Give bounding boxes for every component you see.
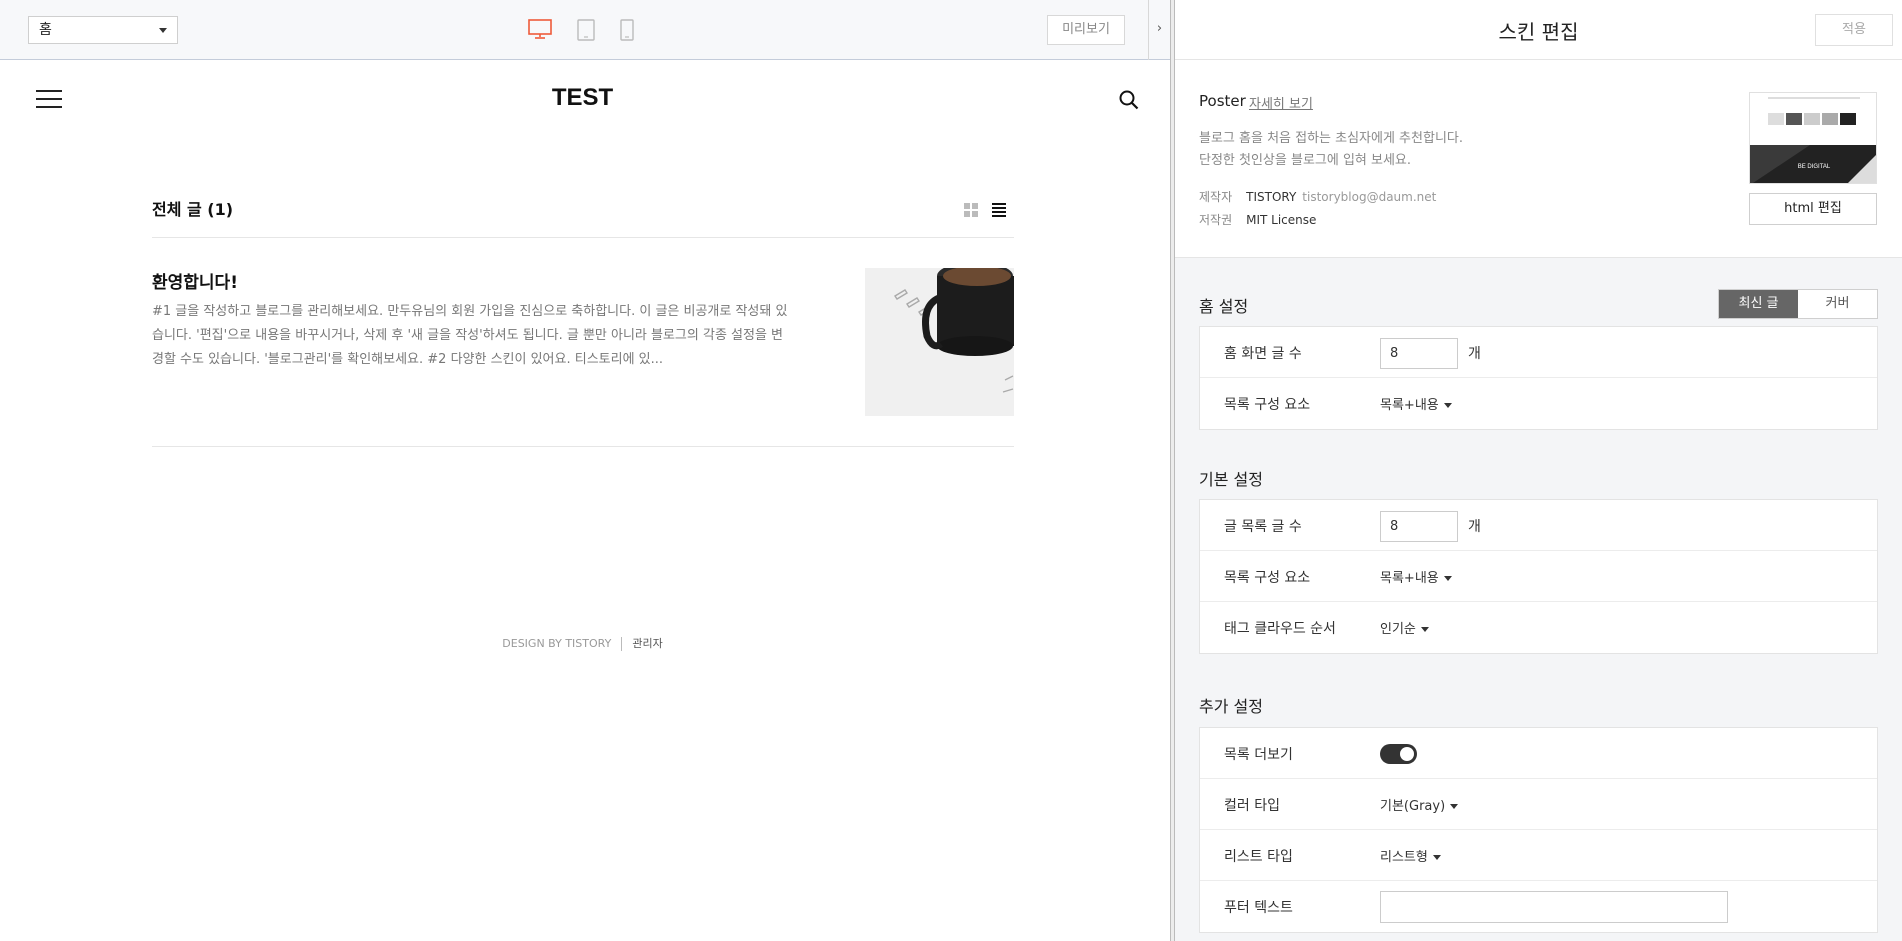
home-post-count-input[interactable]: 8 — [1380, 338, 1458, 369]
collapse-panel-button[interactable]: › — [1148, 0, 1170, 60]
tablet-icon[interactable] — [577, 19, 595, 45]
home-list-elements-dropdown[interactable]: 목록+내용 — [1380, 394, 1452, 413]
footer-text-input[interactable] — [1380, 891, 1728, 923]
post-thumbnail[interactable] — [865, 268, 1014, 416]
caret-down-icon — [1450, 804, 1459, 809]
preview-toolbar: 홈 미리보기 › — [0, 0, 1170, 60]
skin-license-row: 저작권 MIT License — [1199, 211, 1316, 228]
page-select-value: 홈 — [39, 22, 52, 38]
setting-row: 목록 구성 요소 목록+내용 — [1200, 378, 1877, 429]
skin-editor-panel: 스킨 편집 적용 Poster 자세히 보기 블로그 홈을 처음 접하는 초심자… — [1175, 0, 1902, 941]
blog-header: TEST — [0, 60, 1170, 142]
setting-row: 태그 클라우드 순서 인기순 — [1200, 602, 1877, 653]
count-unit: 개 — [1468, 519, 1481, 535]
post-list-header: 전체 글 (1) — [152, 188, 1014, 238]
blog-title[interactable]: TEST — [0, 84, 1165, 112]
skin-detail-link[interactable]: 자세히 보기 — [1249, 93, 1313, 112]
caret-down-icon — [1443, 576, 1452, 581]
footer-design-by: DESIGN BY TISTORY — [502, 637, 612, 650]
panel-title: 스킨 편집 — [1498, 20, 1579, 44]
skin-info: Poster 자세히 보기 블로그 홈을 처음 접하는 초심자에게 추천합니다.… — [1175, 60, 1902, 258]
grid-view-icon[interactable] — [964, 202, 978, 221]
list-post-count-input[interactable]: 8 — [1380, 511, 1458, 542]
basic-settings-group: 글 목록 글 수 8 개 목록 구성 요소 목록+내용 태그 클라우드 순서 인… — [1199, 499, 1878, 654]
page-select[interactable]: 홈 — [28, 16, 178, 44]
list-post-count-label: 글 목록 글 수 — [1224, 519, 1302, 535]
extra-settings-title: 추가 설정 — [1199, 697, 1263, 716]
home-tabs: 최신 글 커버 — [1718, 289, 1878, 319]
setting-row: 리스트 타입 리스트형 — [1200, 830, 1877, 881]
caret-down-icon — [1420, 627, 1429, 632]
setting-row: 홈 화면 글 수 8 개 — [1200, 327, 1877, 378]
toggle-knob — [1400, 747, 1414, 761]
footer-text-label: 푸터 텍스트 — [1224, 900, 1293, 916]
caret-down-icon — [1443, 403, 1452, 408]
color-type-dropdown[interactable]: 기본(Gray) — [1380, 795, 1459, 814]
author-value: TISTORY — [1246, 190, 1297, 204]
setting-row: 글 목록 글 수 8 개 — [1200, 500, 1877, 551]
color-type-label: 컬러 타입 — [1224, 798, 1280, 814]
home-settings-title: 홈 설정 — [1199, 297, 1249, 316]
count-unit: 개 — [1468, 346, 1481, 362]
home-settings-group: 홈 화면 글 수 8 개 목록 구성 요소 목록+내용 — [1199, 326, 1878, 430]
blog-footer: DESIGN BY TISTORY 관리자 — [0, 635, 1165, 651]
author-label: 제작자 — [1199, 190, 1233, 204]
list-type-label: 리스트 타입 — [1224, 849, 1293, 865]
author-email: tistoryblog@daum.net — [1302, 190, 1437, 204]
html-edit-button[interactable]: html 편집 — [1749, 193, 1877, 225]
skin-thumbnail: BE DIGITAL — [1749, 92, 1877, 184]
chevron-down-icon — [159, 28, 167, 33]
home-post-count-label: 홈 화면 글 수 — [1224, 346, 1302, 362]
skin-description-line: 블로그 홈을 처음 접하는 초심자에게 추천합니다. — [1199, 131, 1463, 146]
preview-area: 홈 미리보기 › TEST 전체 글 (1) 환영합니다! #1 글을 작성하고… — [0, 0, 1170, 941]
license-label: 저작권 — [1199, 213, 1233, 227]
footer-admin-link[interactable]: 관리자 — [632, 637, 662, 650]
license-value: MIT License — [1246, 213, 1317, 227]
apply-button[interactable]: 적용 — [1815, 14, 1893, 46]
skin-name: Poster — [1199, 92, 1246, 110]
search-icon[interactable] — [1119, 90, 1139, 114]
dropdown-value: 목록+내용 — [1380, 398, 1439, 413]
tab-cover[interactable]: 커버 — [1798, 290, 1877, 318]
list-elements-label: 목록 구성 요소 — [1224, 570, 1311, 586]
extra-settings-group: 목록 더보기 컬러 타입 기본(Gray) 리스트 타입 리스트형 푸터 텍스트 — [1199, 727, 1878, 933]
home-list-elements-label: 목록 구성 요소 — [1224, 397, 1311, 413]
dropdown-value: 기본(Gray) — [1380, 799, 1446, 814]
caret-down-icon — [1432, 855, 1441, 860]
post-list-title: 전체 글 (1) — [152, 200, 234, 219]
setting-row: 컬러 타입 기본(Gray) — [1200, 779, 1877, 830]
skin-description-line: 단정한 첫인상을 블로그에 입혀 보세요. — [1199, 153, 1412, 168]
post-excerpt: #1 글을 작성하고 블로그를 관리해보세요. 만두유님의 회원 가입을 진심으… — [152, 304, 788, 367]
footer-separator — [621, 637, 623, 651]
post-title[interactable]: 환영합니다! — [152, 268, 238, 293]
dropdown-value: 목록+내용 — [1380, 571, 1439, 586]
desktop-icon[interactable] — [528, 19, 552, 43]
list-more-toggle[interactable] — [1380, 744, 1417, 764]
panel-header: 스킨 편집 적용 — [1175, 0, 1902, 60]
setting-row: 목록 더보기 — [1200, 728, 1877, 779]
list-type-dropdown[interactable]: 리스트형 — [1380, 846, 1441, 865]
list-elements-dropdown[interactable]: 목록+내용 — [1380, 567, 1452, 586]
tag-cloud-order-dropdown[interactable]: 인기순 — [1380, 618, 1429, 637]
tab-latest-posts[interactable]: 최신 글 — [1719, 290, 1798, 318]
post-item[interactable]: 환영합니다! #1 글을 작성하고 블로그를 관리해보세요. 만두유님의 회원 … — [152, 268, 1014, 447]
list-view-icon[interactable] — [992, 202, 1006, 221]
skin-description: 블로그 홈을 처음 접하는 초심자에게 추천합니다. 단정한 첫인상을 블로그에… — [1199, 128, 1463, 172]
list-more-label: 목록 더보기 — [1224, 747, 1293, 763]
preview-button[interactable]: 미리보기 — [1047, 15, 1125, 45]
skin-thumb-text: BE DIGITAL — [1798, 164, 1831, 170]
basic-settings-title: 기본 설정 — [1199, 470, 1263, 489]
setting-row: 목록 구성 요소 목록+내용 — [1200, 551, 1877, 602]
setting-row: 푸터 텍스트 — [1200, 881, 1877, 932]
tag-cloud-order-label: 태그 클라우드 순서 — [1224, 621, 1336, 637]
skin-author-row: 제작자 TISTORY tistoryblog@daum.net — [1199, 188, 1436, 205]
dropdown-value: 리스트형 — [1380, 850, 1428, 865]
dropdown-value: 인기순 — [1380, 622, 1416, 637]
mobile-icon[interactable] — [620, 19, 634, 45]
